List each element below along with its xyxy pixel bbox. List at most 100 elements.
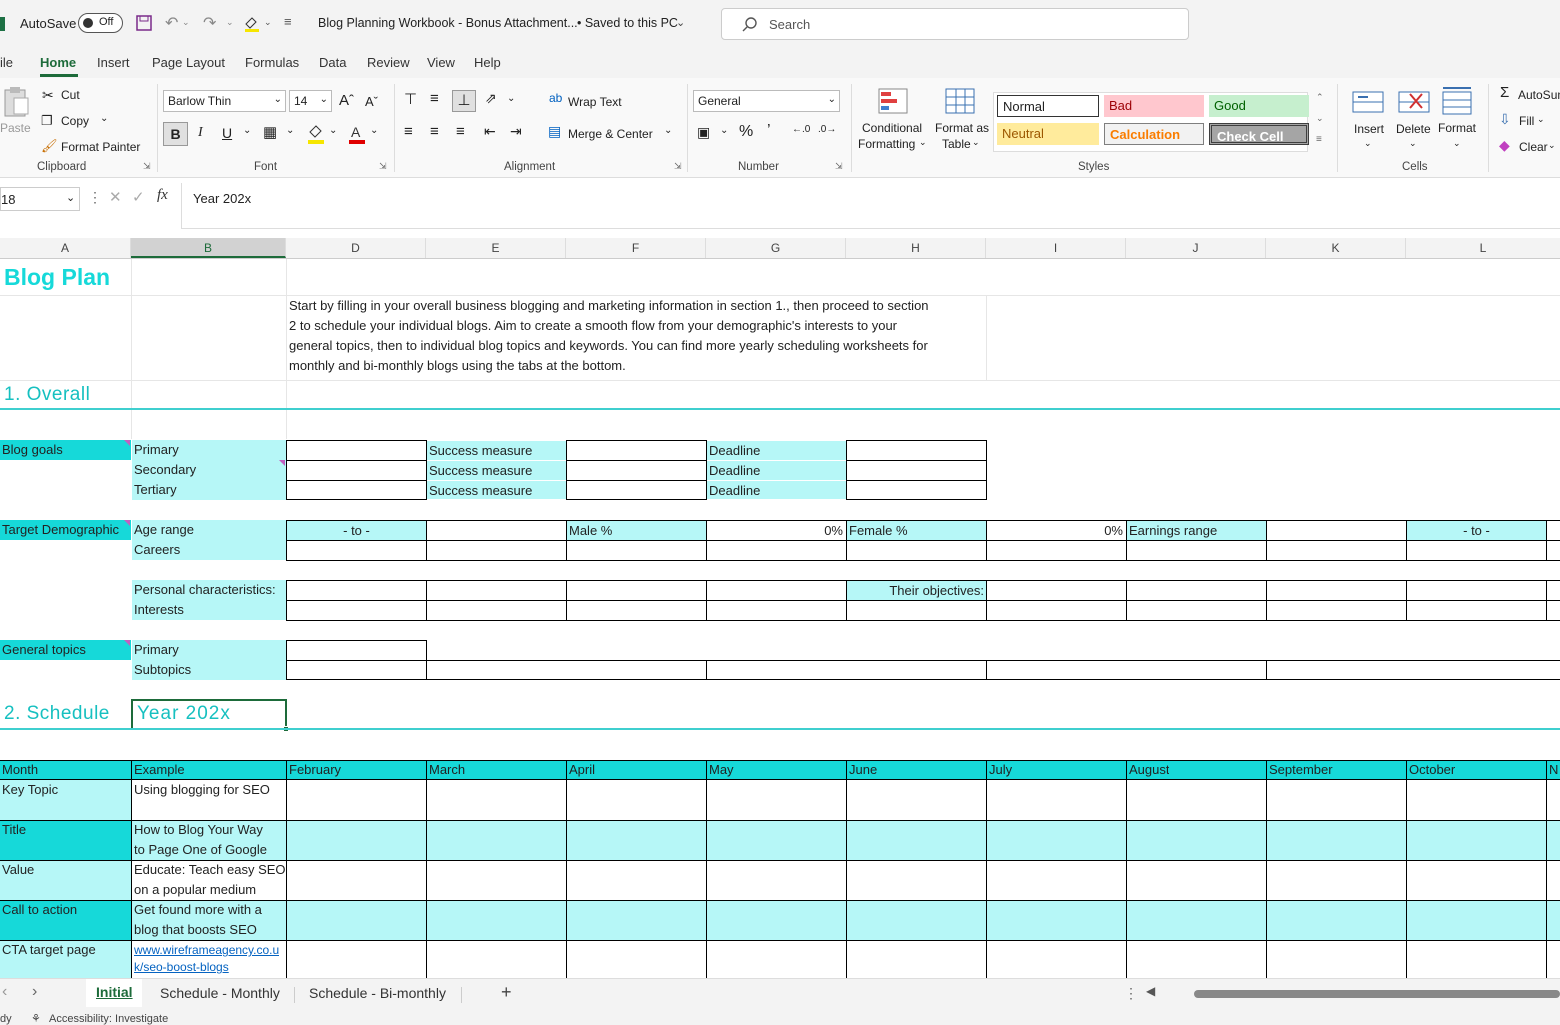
personal-characteristics-label[interactable]: Personal characteristics: bbox=[132, 580, 286, 600]
section-2-heading[interactable]: 2. Schedule bbox=[2, 701, 110, 727]
schedule-header-cell[interactable]: March bbox=[427, 760, 465, 780]
format-painter-button[interactable]: Format Painter bbox=[61, 140, 140, 154]
merge-center-button[interactable]: Merge & Center bbox=[568, 127, 653, 141]
copy-dropdown-icon[interactable]: ⌄ bbox=[100, 113, 108, 124]
their-objectives-label[interactable]: Their objectives: bbox=[847, 581, 986, 600]
schedule-row-label[interactable]: Key Topic bbox=[0, 780, 58, 800]
scroll-right-icon[interactable]: › bbox=[32, 983, 37, 1001]
formula-input[interactable]: Year 202x bbox=[181, 183, 1560, 229]
delete-cells-button[interactable]: Delete bbox=[1396, 122, 1431, 136]
copy-button[interactable]: Copy bbox=[61, 114, 89, 128]
format-cells-button[interactable]: Format bbox=[1438, 121, 1476, 135]
italic-button[interactable]: I bbox=[198, 125, 203, 141]
tab-data[interactable]: Data bbox=[319, 55, 346, 70]
decrease-indent-icon[interactable]: ⇤ bbox=[484, 123, 496, 140]
schedule-header-cell[interactable]: July bbox=[987, 760, 1012, 780]
enter-icon[interactable]: ✓ bbox=[132, 188, 145, 206]
goal-secondary-label[interactable]: Secondary bbox=[132, 460, 286, 480]
chevron-down-icon[interactable]: ⌄ bbox=[1364, 138, 1372, 149]
comment-indicator-icon[interactable] bbox=[124, 640, 130, 646]
gallery-up-icon[interactable]: ⌃ bbox=[1316, 92, 1324, 103]
comment-indicator-icon[interactable] bbox=[124, 440, 130, 446]
column-header[interactable]: D bbox=[286, 238, 426, 258]
font-name-select[interactable]: Barlow Thin ⌄ bbox=[163, 90, 286, 112]
schedule-row-label[interactable]: Value bbox=[0, 860, 34, 880]
column-header[interactable]: B bbox=[131, 238, 286, 258]
paste-icon[interactable] bbox=[2, 86, 30, 118]
schedule-header-cell[interactable]: October bbox=[1407, 760, 1455, 780]
comma-style-icon[interactable]: ’ bbox=[767, 122, 771, 140]
fill-color-icon[interactable] bbox=[306, 123, 326, 145]
earnings-to-label[interactable]: - to - bbox=[1407, 521, 1546, 540]
style-calculation[interactable]: Calculation bbox=[1104, 123, 1204, 145]
wrap-text-button[interactable]: Wrap Text bbox=[568, 95, 622, 109]
column-header[interactable]: K bbox=[1266, 238, 1406, 258]
column-header[interactable]: G bbox=[706, 238, 846, 258]
accessibility-status[interactable]: Accessibility: Investigate bbox=[49, 1013, 168, 1025]
shrink-font-icon[interactable]: Aˇ bbox=[365, 94, 378, 109]
search-box[interactable]: Search bbox=[721, 8, 1189, 40]
schedule-header-cell[interactable]: February bbox=[287, 760, 341, 780]
highlight-dropdown-icon[interactable]: ⌄ bbox=[264, 17, 272, 28]
orientation-icon[interactable]: ⇗ bbox=[485, 90, 497, 107]
gallery-down-icon[interactable]: ⌄ bbox=[1316, 113, 1324, 124]
success-measure-label[interactable]: Success measure bbox=[427, 441, 566, 460]
clear-button[interactable]: Clear bbox=[1519, 140, 1548, 154]
tab-schedule-bimonthly[interactable]: Schedule - Bi-monthly bbox=[309, 985, 446, 1001]
comment-indicator-icon[interactable] bbox=[279, 460, 285, 466]
schedule-header-cell[interactable]: May bbox=[707, 760, 734, 780]
font-size-select[interactable]: 14 ⌄ bbox=[289, 90, 332, 112]
align-middle-icon[interactable]: ≡ bbox=[430, 90, 439, 107]
orientation-dropdown-icon[interactable]: ⌄ bbox=[507, 93, 515, 104]
success-measure-label[interactable]: Success measure bbox=[427, 461, 566, 480]
autosave-toggle[interactable]: Off bbox=[78, 13, 123, 33]
undo-icon[interactable]: ↶ bbox=[165, 13, 178, 33]
schedule-header-cell[interactable]: Month bbox=[0, 760, 38, 780]
success-measure-label[interactable]: Success measure bbox=[427, 481, 566, 499]
undo-dropdown-icon[interactable]: ⌄ bbox=[182, 17, 190, 28]
insert-cells-button[interactable]: Insert bbox=[1354, 122, 1384, 136]
font-launcher-icon[interactable]: ⇲ bbox=[379, 161, 387, 172]
format-as-table-label-2[interactable]: Table bbox=[942, 137, 971, 151]
bold-button[interactable]: B bbox=[163, 122, 188, 146]
careers-label[interactable]: Careers bbox=[132, 540, 286, 560]
schedule-row-label[interactable]: CTA target page bbox=[0, 940, 96, 960]
worksheet-grid[interactable]: Blog Plan Start by filling in your overa… bbox=[0, 259, 1560, 978]
number-format-select[interactable]: General ⌄ bbox=[693, 90, 840, 112]
tab-home[interactable]: Home bbox=[40, 55, 76, 70]
style-bad[interactable]: Bad bbox=[1104, 95, 1204, 117]
align-center-icon[interactable]: ≡ bbox=[430, 123, 439, 140]
earnings-range-label[interactable]: Earnings range bbox=[1127, 521, 1266, 540]
number-launcher-icon[interactable]: ⇲ bbox=[835, 161, 843, 172]
schedule-header-cell[interactable]: April bbox=[567, 760, 595, 780]
schedule-header-cell[interactable]: September bbox=[1267, 760, 1333, 780]
sheet-title[interactable]: Blog Plan bbox=[2, 262, 110, 292]
decrease-decimal-icon[interactable]: .0→ bbox=[818, 124, 836, 135]
intro-line-4[interactable]: monthly and bi-monthly blogs using the t… bbox=[287, 356, 626, 376]
schedule-example[interactable]: Get found more with a bbox=[132, 900, 262, 920]
underline-button[interactable]: U bbox=[222, 125, 232, 141]
chevron-down-icon[interactable]: ⌄ bbox=[1409, 138, 1417, 149]
fill-button[interactable]: Fill bbox=[1519, 114, 1534, 128]
tab-view[interactable]: View bbox=[427, 55, 455, 70]
interests-label[interactable]: Interests bbox=[132, 600, 286, 620]
female-value[interactable]: 0% bbox=[987, 521, 1125, 540]
intro-line-2[interactable]: 2 to schedule your individual blogs. Aim… bbox=[287, 316, 897, 336]
schedule-row-label[interactable]: Title bbox=[0, 820, 26, 840]
redo-dropdown-icon[interactable]: ⌄ bbox=[226, 17, 234, 28]
schedule-example[interactable]: to Page One of Google bbox=[132, 840, 267, 860]
column-header[interactable]: E bbox=[426, 238, 566, 258]
accounting-dropdown-icon[interactable]: ⌄ bbox=[720, 125, 728, 136]
section-1-heading[interactable]: 1. Overall bbox=[2, 382, 90, 408]
primary-topic-input[interactable] bbox=[286, 640, 427, 661]
chevron-down-icon[interactable]: ⌄ bbox=[1537, 114, 1545, 125]
saved-status[interactable]: • Saved to this PC bbox=[577, 16, 678, 30]
underline-dropdown-icon[interactable]: ⌄ bbox=[243, 125, 251, 136]
increase-indent-icon[interactable]: ⇥ bbox=[510, 123, 522, 140]
subtopics-box[interactable] bbox=[286, 660, 1560, 680]
conditional-formatting-label-1[interactable]: Conditional bbox=[862, 121, 922, 135]
align-bottom-button[interactable]: ⊥ bbox=[452, 90, 476, 112]
schedule-header-cell[interactable]: Example bbox=[132, 760, 185, 780]
merge-dropdown-icon[interactable]: ⌄ bbox=[664, 125, 672, 136]
goal-primary-label[interactable]: Primary bbox=[132, 440, 286, 460]
